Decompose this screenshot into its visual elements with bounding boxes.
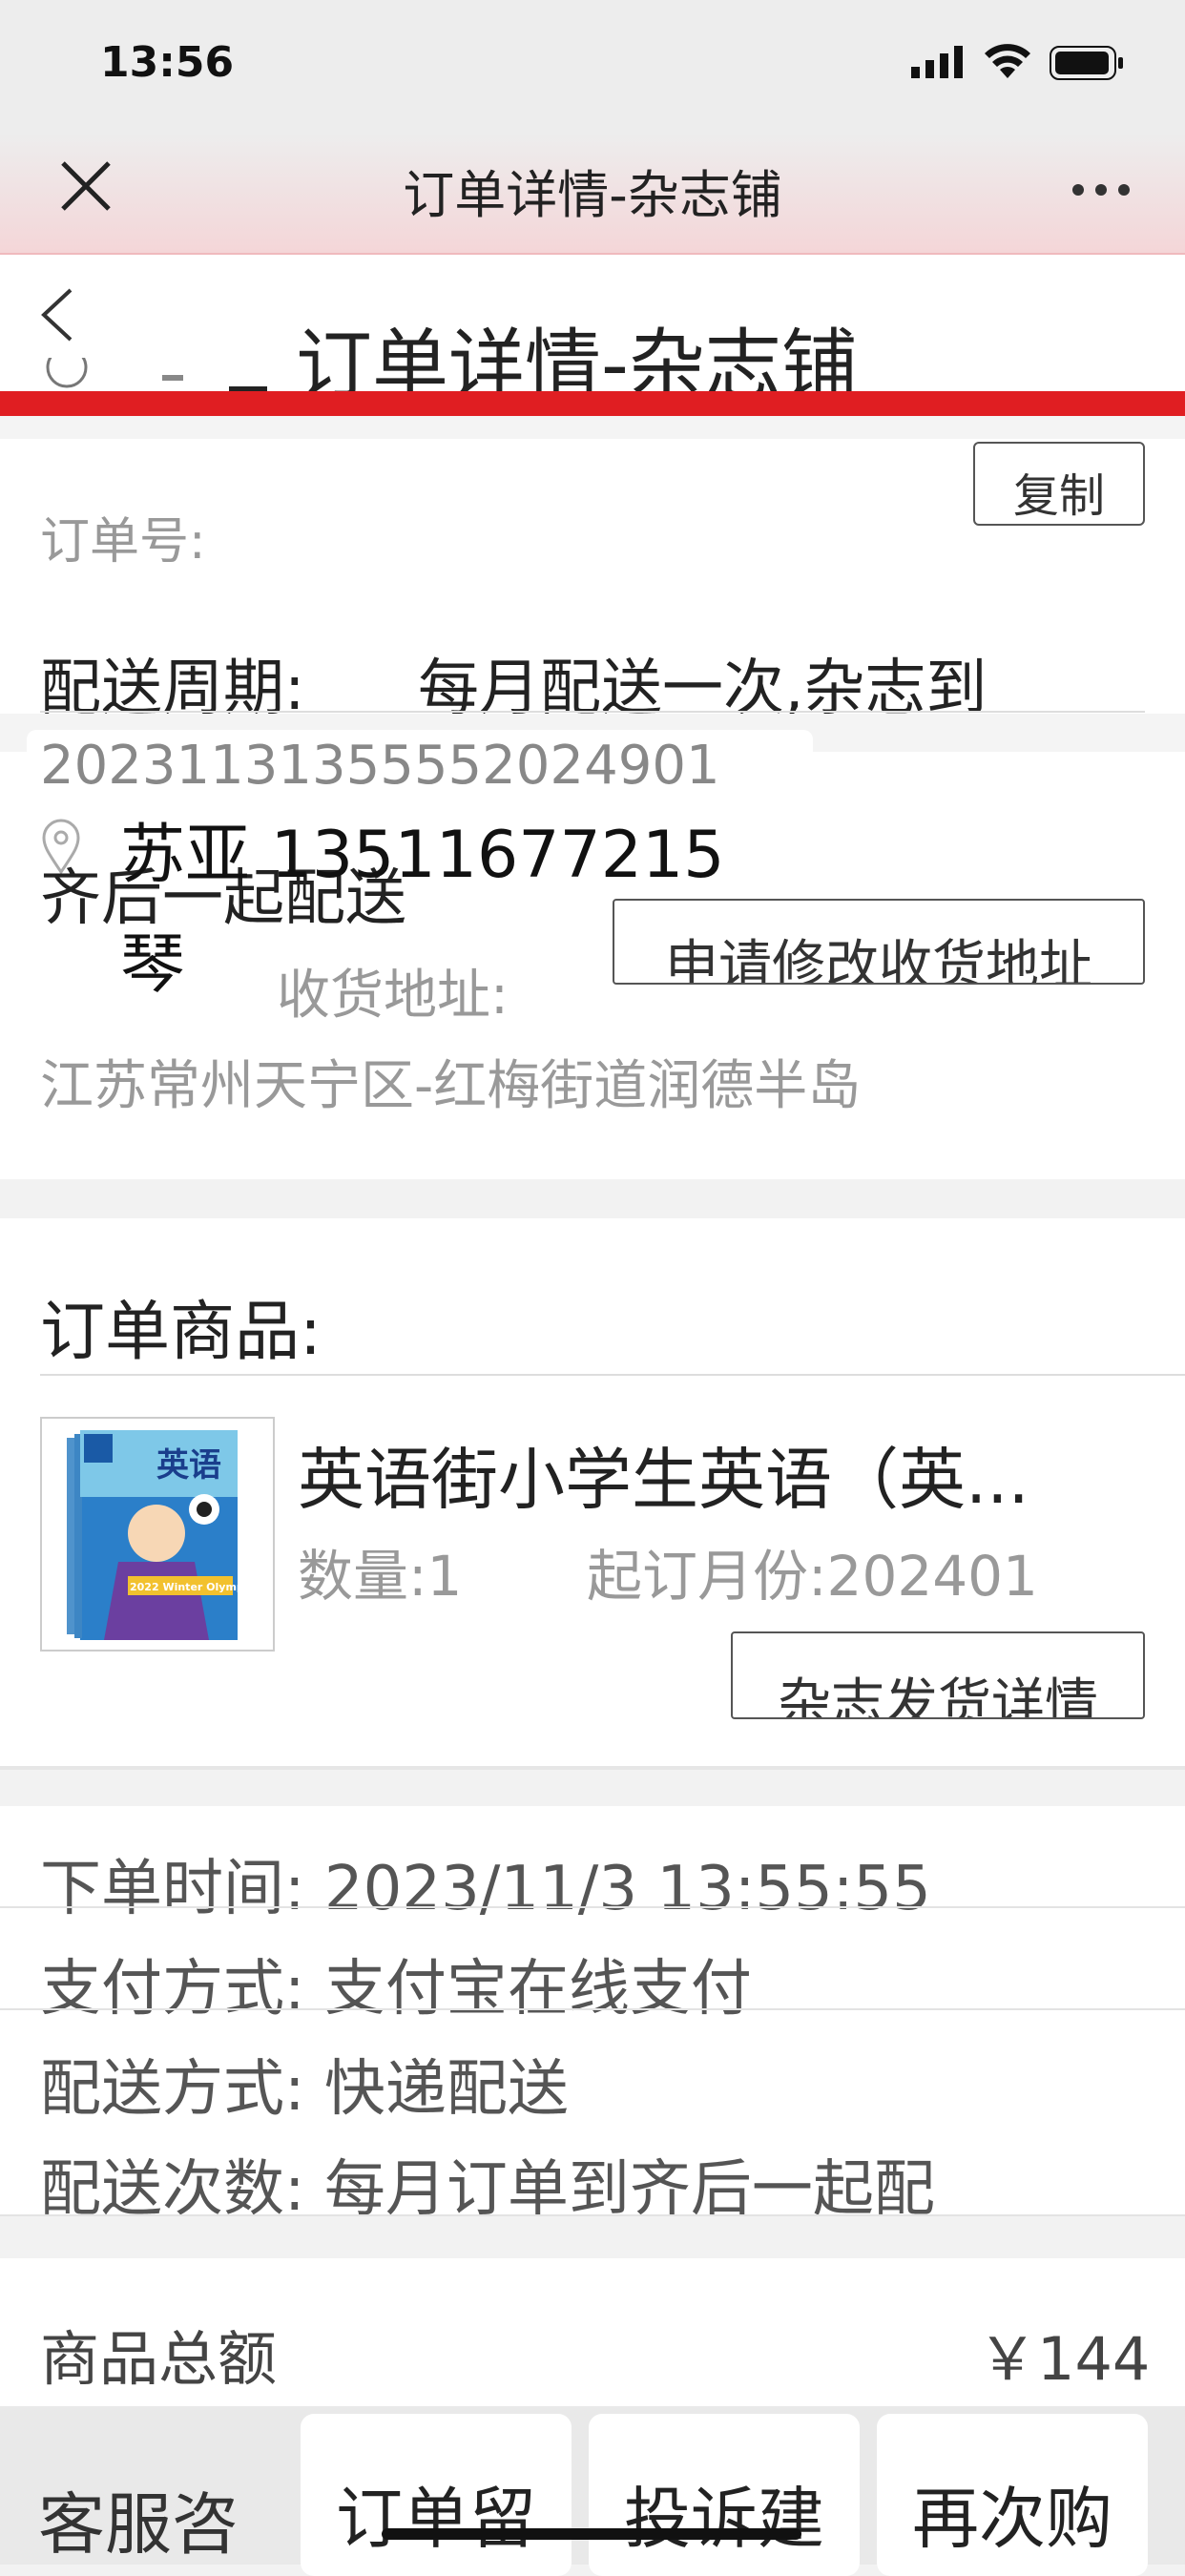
shipping-row: 配送方式: 快递配送 xyxy=(40,2040,569,2128)
order-time-row: 下单时间: 2023/11/3 13:55:55 xyxy=(40,1839,931,1927)
customer-service-button[interactable]: 客服咨 xyxy=(38,2471,239,2567)
payment-value: 支付宝在线支付 xyxy=(323,1954,752,2025)
total-label: 商品总额 xyxy=(40,2324,278,2394)
total-value: ￥144 xyxy=(978,2324,1151,2394)
divider xyxy=(0,2008,1185,2010)
recipient-name-wrap: 琴 xyxy=(120,927,186,1003)
recipient-name: 苏亚 xyxy=(120,818,251,893)
item-start-month: 起订月份:202401 xyxy=(587,1544,1038,1609)
recipient-phone: 13511677215 xyxy=(270,818,725,893)
header-overlap-fragment xyxy=(38,346,286,396)
address-label: 收货地址: xyxy=(277,965,509,1027)
signal-icon xyxy=(911,46,967,82)
divider xyxy=(40,711,1145,713)
order-time-label: 下单时间: xyxy=(40,1854,305,1924)
recipient-name-phone: 苏亚 13511677215 xyxy=(120,801,725,896)
divider xyxy=(0,1906,1185,1908)
cover-caption-text: 2022 Winter Olympics xyxy=(130,1581,260,1593)
order-details-section: 下单时间: 2023/11/3 13:55:55 支付方式: 支付宝在线支付 配… xyxy=(0,1806,1185,2225)
magazine-cover-image[interactable]: 英语 2022 Winter Olympics xyxy=(40,1417,275,1652)
back-icon[interactable] xyxy=(38,286,76,343)
wifi-icon xyxy=(983,42,1032,84)
order-time-value: 2023/11/3 13:55:55 xyxy=(323,1854,931,1924)
accent-bar xyxy=(0,391,1185,416)
goods-section-title: 订单商品: xyxy=(40,1295,322,1370)
order-message-button[interactable]: 订单留 xyxy=(301,2414,572,2576)
payment-row: 支付方式: 支付宝在线支付 xyxy=(40,1940,752,2027)
divider xyxy=(0,2214,1185,2216)
address-value: 江苏常州天宁区-红梅街道润德半岛 xyxy=(40,1055,862,1117)
buy-again-button[interactable]: 再次购 xyxy=(877,2414,1148,2576)
item-quantity: 数量:1 xyxy=(298,1544,463,1609)
divider xyxy=(0,1766,1185,1770)
divider xyxy=(40,1374,1185,1376)
payment-label: 支付方式: xyxy=(40,1954,305,2025)
section-divider xyxy=(0,416,1185,439)
complaint-button[interactable]: 投诉建 xyxy=(589,2414,860,2576)
cover-title-text: 英语 xyxy=(156,1446,221,1485)
home-indicator xyxy=(382,2528,801,2540)
battery-icon xyxy=(1050,46,1126,84)
item-name[interactable]: 英语街小学生英语（英... xyxy=(298,1426,1137,1523)
copy-button[interactable]: 复制 xyxy=(973,442,1145,526)
change-address-button[interactable]: 申请修改收货地址 xyxy=(613,899,1145,985)
shipping-value: 快递配送 xyxy=(323,2054,569,2125)
status-time: 13:56 xyxy=(100,38,235,87)
wechat-nav-title: 订单详情-杂志铺 xyxy=(403,165,782,225)
shipping-details-button[interactable]: 杂志发货详情 xyxy=(731,1631,1145,1719)
shipping-label: 配送方式: xyxy=(40,2054,305,2125)
order-number-value: 20231131355552024901 xyxy=(40,735,720,797)
more-icon[interactable] xyxy=(1067,181,1135,199)
order-number-label: 订单号: xyxy=(40,513,206,571)
